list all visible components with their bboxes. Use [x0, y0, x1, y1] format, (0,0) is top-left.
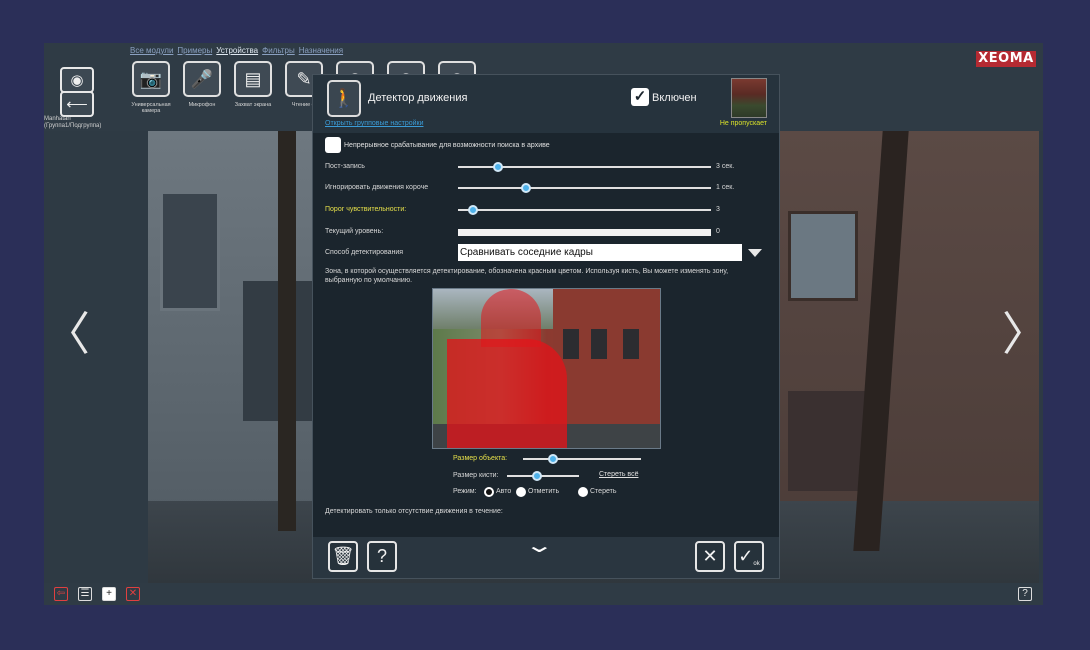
bottom-toolbar	[44, 583, 1043, 605]
expand-chevron-icon[interactable]: ⌄	[524, 533, 554, 557]
brush-size-label: Размер кисти:	[453, 472, 499, 479]
current-level-value: 0	[716, 228, 720, 235]
module-nav: Все модули Примеры Устройства Фильтры На…	[130, 46, 343, 55]
help-icon[interactable]: ?	[1018, 587, 1032, 601]
delete-icon[interactable]: ✕	[126, 587, 140, 601]
nav-examples[interactable]: Примеры	[177, 46, 212, 55]
mode-mark-label: Отметить	[528, 488, 560, 495]
dialog-header: 🚶 Детектор движения ✓ Включен Открыть гр…	[313, 75, 779, 133]
ignore-short-label: Игнорировать движения короче	[325, 184, 429, 191]
cancel-button[interactable]: ✕	[695, 541, 725, 572]
preview-thumbnail	[731, 78, 767, 118]
xeoma-logo: XEOMA	[976, 51, 1036, 67]
dialog-body: Непрерывное срабатывание для возможности…	[313, 133, 779, 537]
mode-mark-radio[interactable]	[516, 487, 526, 497]
method-select[interactable]: Сравнивать соседние кадры	[458, 244, 742, 261]
sensitivity-slider[interactable]	[458, 205, 711, 215]
clear-all-link[interactable]: Стереть всё	[599, 471, 638, 478]
post-record-value: 3 сек.	[716, 163, 735, 170]
ok-sublabel: ok	[753, 560, 760, 567]
module-label-mic: Микрофон	[188, 102, 216, 108]
group-settings-link[interactable]: Открыть групповые настройки	[325, 120, 424, 127]
dialog-footer: ⌄ 🗑 ? ✕ ✓ ok	[313, 533, 779, 578]
help-button[interactable]: ?	[367, 541, 397, 572]
mode-label: Режим:	[453, 488, 477, 495]
scene-window	[160, 191, 220, 311]
mode-auto-label: Авто	[496, 488, 512, 495]
mode-erase-label: Стереть	[590, 488, 617, 495]
current-level-label: Текущий уровень:	[325, 228, 384, 235]
scene-window	[788, 211, 858, 301]
ok-button[interactable]: ✓ ok	[734, 541, 764, 572]
module-label-camera: Универсальная камера	[131, 102, 171, 114]
mode-erase-radio[interactable]	[578, 487, 588, 497]
enabled-checkbox[interactable]: ✓	[631, 88, 649, 106]
prev-arrow-icon[interactable]: 〈	[44, 298, 90, 364]
ignore-short-value: 1 сек.	[716, 184, 735, 191]
zone-description: Зона, в которой осуществляется детектиро…	[325, 268, 729, 284]
zone-window	[563, 329, 579, 359]
post-record-label: Пост-запись	[325, 163, 365, 170]
slider-knob[interactable]	[468, 205, 479, 215]
slider-knob[interactable]	[493, 162, 504, 172]
method-label: Способ детектирования	[325, 249, 404, 256]
module-label-screen: Захват экрана	[234, 102, 272, 108]
zone-window	[591, 329, 607, 359]
motion-detector-icon: 🚶	[327, 80, 361, 117]
continuous-checkbox[interactable]	[325, 137, 341, 153]
sensitivity-label: Порог чувствительности:	[325, 206, 407, 213]
camera-icon[interactable]: 📷	[132, 61, 170, 97]
sensitivity-value: 3	[716, 206, 720, 213]
trash-icon[interactable]: 🗑	[328, 541, 358, 572]
next-arrow-icon[interactable]: 〉	[1002, 298, 1043, 364]
object-size-slider[interactable]	[523, 454, 641, 464]
slider-knob[interactable]	[532, 471, 543, 481]
camera-name-label: Manhatan (Группа1/Подгруппа)	[44, 116, 102, 129]
dialog-title: Детектор движения	[368, 92, 468, 104]
status-label: Не пропускает	[719, 120, 767, 127]
microphone-icon[interactable]: 🎤	[183, 61, 221, 97]
return-arrow-icon[interactable]: ⟵	[60, 91, 94, 117]
slider-knob[interactable]	[547, 454, 558, 464]
nav-all-modules[interactable]: Все модули	[130, 46, 173, 55]
zone-mask	[447, 339, 567, 448]
detection-zone-canvas[interactable]	[432, 288, 661, 449]
continuous-label: Непрерывное срабатывание для возможности…	[344, 142, 550, 149]
scene-tree	[278, 131, 296, 531]
ignore-short-slider[interactable]	[458, 183, 711, 193]
exit-icon[interactable]: ⇦	[54, 587, 68, 601]
detect-absence-label: Детектировать только отсутствие движения…	[325, 508, 503, 515]
chevron-down-icon[interactable]	[748, 249, 762, 257]
brush-size-slider[interactable]	[507, 471, 579, 481]
add-icon[interactable]: +	[102, 587, 116, 601]
screen-capture-icon[interactable]: ▤	[234, 61, 272, 97]
list-icon[interactable]: ☰	[78, 587, 92, 601]
motion-detector-dialog: 🚶 Детектор движения ✓ Включен Открыть гр…	[312, 74, 780, 579]
slider-knob[interactable]	[521, 183, 532, 193]
nav-devices[interactable]: Устройства	[216, 46, 258, 55]
mode-auto-radio[interactable]	[484, 487, 494, 497]
object-size-label: Размер объекта:	[453, 455, 508, 462]
enabled-label: Включен	[652, 92, 697, 104]
post-record-slider[interactable]	[458, 162, 711, 172]
nav-filters[interactable]: Фильтры	[262, 46, 295, 55]
eye-icon[interactable]: ◉	[60, 67, 94, 93]
nav-destinations[interactable]: Назначения	[299, 46, 343, 55]
current-level-bar	[458, 229, 711, 236]
zone-window	[623, 329, 639, 359]
